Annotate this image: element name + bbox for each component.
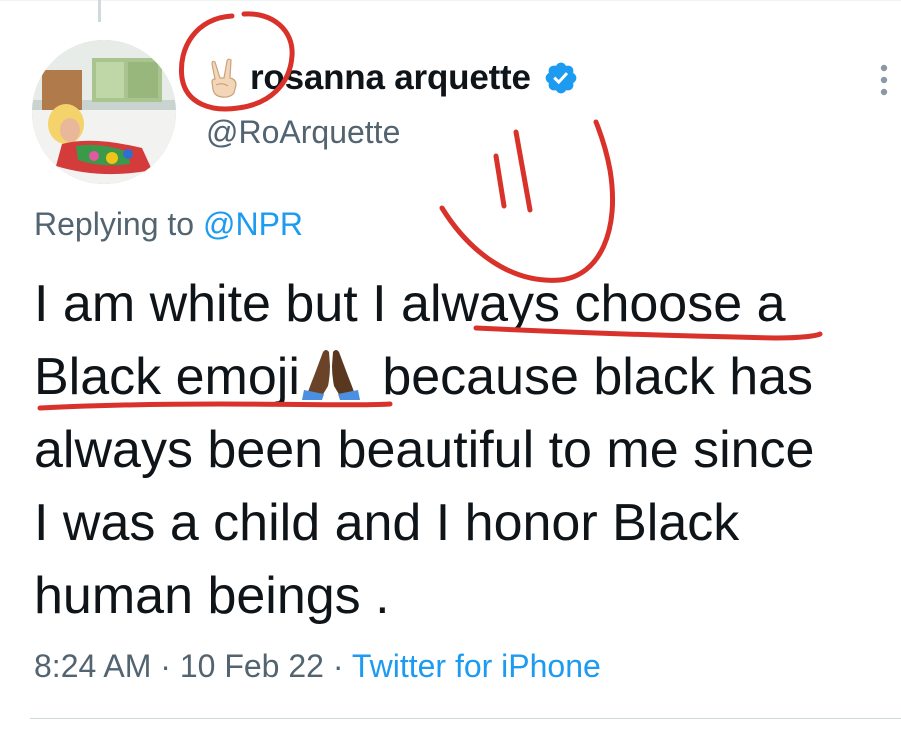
author-display-name[interactable]: rosanna arquette — [250, 58, 531, 98]
annotation-checkmark — [439, 119, 616, 283]
replying-to-line: Replying to @NPR — [34, 206, 303, 243]
reply-mention-link[interactable]: @NPR — [203, 206, 303, 242]
victory-hand-emoji-icon — [211, 58, 237, 98]
bottom-divider — [30, 718, 901, 719]
meta-separator: · — [323, 648, 352, 684]
verified-badge-icon — [545, 62, 577, 94]
folded-hands-emoji-icon — [301, 350, 360, 400]
tweet-text-line: Black emoji because black has — [34, 341, 901, 414]
tweet-time[interactable]: 8:24 AM — [34, 648, 151, 684]
author-handle[interactable]: @RoArquette — [206, 114, 400, 151]
annotation-tick — [493, 153, 507, 209]
avatar[interactable] — [32, 40, 176, 184]
tweet-text-segment: because black has — [367, 348, 814, 406]
tweet-text-line: human beings . — [34, 567, 390, 625]
replying-to-label: Replying to — [34, 206, 195, 242]
top-divider — [0, 0, 901, 1]
tweet-source-link[interactable]: Twitter for iPhone — [352, 648, 601, 684]
tweet-body: I am white but I always choose a Black e… — [34, 268, 901, 633]
annotation-tick — [513, 129, 533, 213]
thread-connector-line — [98, 0, 101, 22]
avatar-photo — [32, 40, 176, 184]
meta-separator: · — [151, 648, 180, 684]
more-options-icon[interactable] — [876, 62, 892, 98]
tweet-meta: 8:24 AM · 10 Feb 22 · Twitter for iPhone — [34, 648, 601, 685]
tweet-text-line: always been beautiful to me since — [34, 421, 815, 479]
author-name-row[interactable]: rosanna arquette — [206, 55, 579, 101]
tweet-text-segment: Black emoji — [34, 348, 300, 406]
tweet-date[interactable]: 10 Feb 22 — [180, 648, 324, 684]
tweet-text-line: I am white but I always choose a — [34, 275, 786, 333]
tweet-text-line: I was a child and I honor Black — [34, 494, 740, 552]
